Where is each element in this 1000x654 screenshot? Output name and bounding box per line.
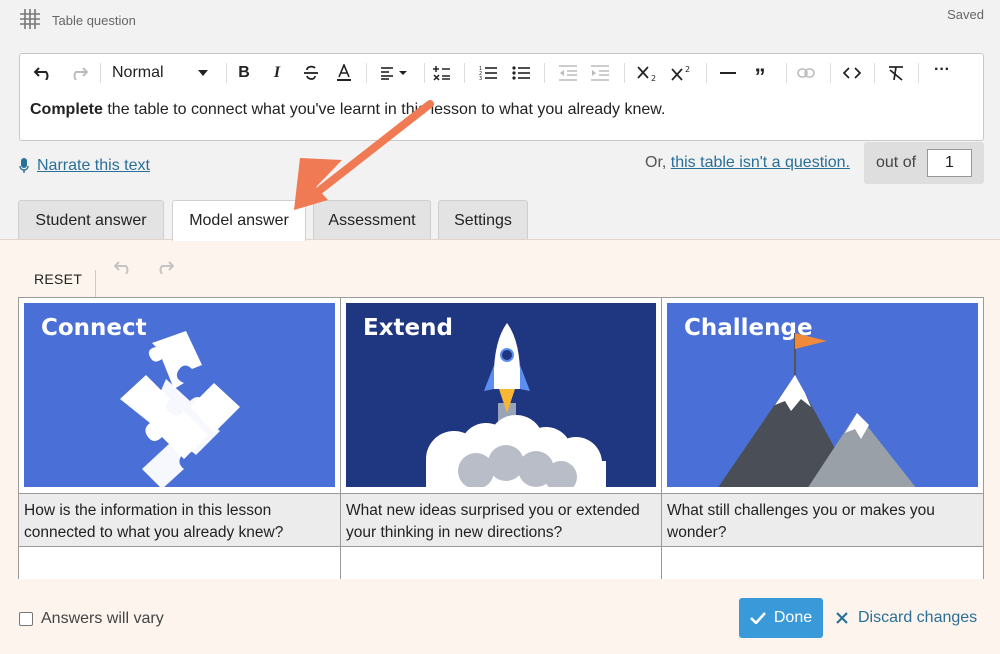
question-type-label: Table question [52, 13, 136, 28]
link-icon[interactable] [794, 61, 818, 85]
discard-changes-button[interactable]: Discard changes [836, 609, 977, 627]
question-text-body: the table to connect what you've learnt … [102, 101, 666, 118]
puzzle-icon [120, 331, 240, 487]
redo-icon[interactable] [66, 61, 90, 85]
out-of-label: out of [876, 154, 917, 171]
challenge-image: Challenge [667, 303, 978, 487]
paragraph-style-select[interactable]: Normal [112, 61, 212, 85]
equation-icon[interactable] [430, 61, 454, 85]
discard-label: Discard changes [858, 609, 978, 626]
table-cell-answer[interactable] [341, 547, 661, 579]
rocket-icon [426, 323, 606, 487]
save-status: Saved [947, 7, 984, 22]
table-grid-icon [20, 9, 40, 29]
microphone-icon [19, 158, 29, 173]
italic-icon[interactable]: I [265, 61, 289, 85]
answers-vary-label: Answers will vary [41, 610, 164, 627]
svg-text:2: 2 [651, 74, 656, 82]
close-icon [836, 612, 848, 624]
question-toggle: Or, this table isn't a question. [645, 154, 850, 172]
table-column-challenge: Challenge What still challenges you or m… [662, 298, 983, 579]
more-options-icon[interactable]: ··· [930, 61, 954, 85]
tab-settings[interactable]: Settings [438, 200, 528, 240]
done-button[interactable]: Done [739, 598, 823, 638]
top-bar: Table question Saved [0, 0, 1000, 40]
horizontal-rule-icon[interactable] [716, 61, 740, 85]
superscript-icon[interactable]: 2 [668, 61, 696, 85]
ordered-list-icon[interactable]: 123 [476, 61, 500, 85]
extend-image: Extend [346, 303, 656, 487]
model-answer-panel: RESET Connect How is the information in … [0, 239, 1000, 654]
tab-student-answer[interactable]: Student answer [18, 200, 164, 240]
answers-vary-checkbox[interactable] [19, 612, 33, 626]
table-cell-prompt: What new ideas surprised you or extended… [341, 494, 661, 547]
question-text-bold: Complete [30, 101, 103, 118]
code-icon[interactable] [840, 61, 864, 85]
undo-icon[interactable] [32, 61, 56, 85]
table-column-connect: Connect How is the information in this l… [19, 298, 341, 579]
narrate-text-link[interactable]: Narrate this text [37, 157, 150, 175]
narrate-link[interactable]: Narrate this text [19, 157, 150, 175]
outdent-icon[interactable] [556, 61, 580, 85]
align-icon[interactable] [376, 61, 412, 85]
table-cell-prompt: What still challenges you or makes you w… [662, 494, 983, 547]
question-editor[interactable]: Normal B I 123 2 2 ” ··· Complete the ta… [19, 53, 984, 141]
connect-image: Connect [24, 303, 335, 487]
subscript-icon[interactable]: 2 [634, 61, 662, 85]
tab-model-answer[interactable]: Model answer [172, 200, 306, 241]
bold-icon[interactable]: B [232, 61, 256, 85]
table-cell-answer[interactable] [19, 547, 340, 579]
answer-table: Connect How is the information in this l… [18, 297, 984, 579]
table-cell-prompt: How is the information in this lesson co… [19, 494, 340, 547]
tab-assessment[interactable]: Assessment [313, 200, 431, 240]
table-cell: Connect [19, 298, 340, 494]
editor-toolbar: Normal B I 123 2 2 ” ··· [20, 54, 983, 92]
reset-button[interactable]: RESET [34, 271, 82, 287]
table-cell: Challenge [662, 298, 983, 494]
paragraph-style-value: Normal [112, 64, 164, 81]
done-label: Done [773, 609, 813, 626]
table-cell-answer[interactable] [662, 547, 983, 579]
blockquote-icon[interactable]: ” [748, 61, 772, 89]
divider [95, 270, 96, 297]
mountain-icon [718, 333, 916, 487]
undo-icon[interactable] [114, 260, 134, 274]
not-a-question-link[interactable]: this table isn't a question. [671, 154, 850, 171]
table-cell: Extend [341, 298, 661, 494]
redo-icon[interactable] [154, 260, 174, 274]
svg-text:2: 2 [685, 65, 690, 74]
check-icon [749, 612, 766, 624]
text-color-icon[interactable] [332, 61, 356, 85]
table-column-extend: Extend What new ideas surprised you or e… [341, 298, 662, 579]
answers-vary-option[interactable]: Answers will vary [19, 610, 164, 628]
clear-format-icon[interactable] [884, 61, 908, 85]
indent-icon[interactable] [588, 61, 612, 85]
chevron-down-icon [198, 70, 208, 76]
marks-box: out of 1 [864, 142, 984, 184]
svg-text:3: 3 [479, 76, 482, 81]
strikethrough-icon[interactable] [299, 61, 323, 85]
marks-input[interactable]: 1 [927, 149, 972, 177]
answer-tabs: Student answer Model answer Assessment S… [0, 200, 1000, 241]
question-toggle-prefix: Or, [645, 154, 671, 171]
bullet-list-icon[interactable] [509, 61, 533, 85]
question-text[interactable]: Complete the table to connect what you'v… [30, 101, 665, 119]
